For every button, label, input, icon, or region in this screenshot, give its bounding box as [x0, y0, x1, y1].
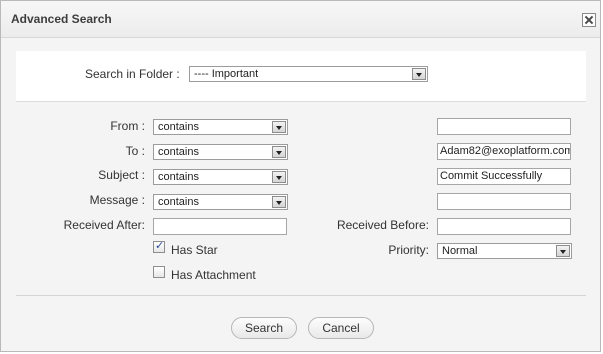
to-input[interactable]: Adam82@exoplatform.com: [437, 143, 571, 160]
to-condition-value: contains: [158, 146, 199, 158]
priority-label: Priority:: [388, 243, 429, 257]
from-condition-value: contains: [158, 121, 199, 133]
chevron-down-icon: [556, 245, 570, 257]
dialog-title: Advanced Search: [11, 12, 112, 26]
has-attachment-label: Has Attachment: [171, 268, 256, 282]
message-label: Message :: [89, 193, 145, 207]
chevron-down-icon: [272, 121, 286, 133]
priority-select[interactable]: Normal: [437, 243, 572, 259]
chevron-down-icon: [272, 196, 286, 208]
received-before-input[interactable]: [437, 218, 571, 235]
chevron-down-icon: [272, 146, 286, 158]
cancel-button[interactable]: Cancel: [308, 317, 374, 339]
from-condition-select[interactable]: contains: [153, 119, 288, 135]
search-button[interactable]: Search: [231, 317, 297, 339]
folder-select-value: ---- Important: [194, 68, 259, 80]
subject-label: Subject :: [98, 168, 145, 182]
search-in-folder-label: Search in Folder :: [85, 67, 180, 81]
subject-condition-select[interactable]: contains: [153, 169, 288, 185]
received-after-label: Received After:: [63, 218, 145, 232]
to-label: To :: [125, 144, 145, 158]
advanced-search-dialog: Advanced Search Search in Folder : ---- …: [0, 0, 601, 352]
priority-value: Normal: [442, 245, 478, 257]
has-attachment-checkbox[interactable]: [153, 266, 165, 278]
folder-select[interactable]: ---- Important: [189, 66, 428, 82]
folder-panel: Search in Folder : ---- Important: [16, 51, 586, 102]
from-input[interactable]: [437, 118, 571, 135]
received-after-input[interactable]: [153, 218, 287, 235]
message-input[interactable]: [437, 193, 571, 210]
chevron-down-icon: [272, 171, 286, 183]
search-form: From : contains To : contains Adam82@exo…: [16, 102, 586, 296]
received-before-label: Received Before:: [336, 218, 429, 232]
has-star-label: Has Star: [171, 243, 218, 257]
from-label: From :: [110, 119, 145, 133]
chevron-down-icon: [412, 68, 426, 80]
subject-condition-value: contains: [158, 171, 199, 183]
message-condition-select[interactable]: contains: [153, 194, 288, 210]
to-condition-select[interactable]: contains: [153, 144, 288, 160]
close-icon[interactable]: [582, 13, 596, 27]
has-star-checkbox[interactable]: [153, 239, 165, 253]
title-bar: Advanced Search: [1, 1, 600, 38]
message-condition-value: contains: [158, 196, 199, 208]
subject-input[interactable]: Commit Successfully: [437, 168, 571, 185]
